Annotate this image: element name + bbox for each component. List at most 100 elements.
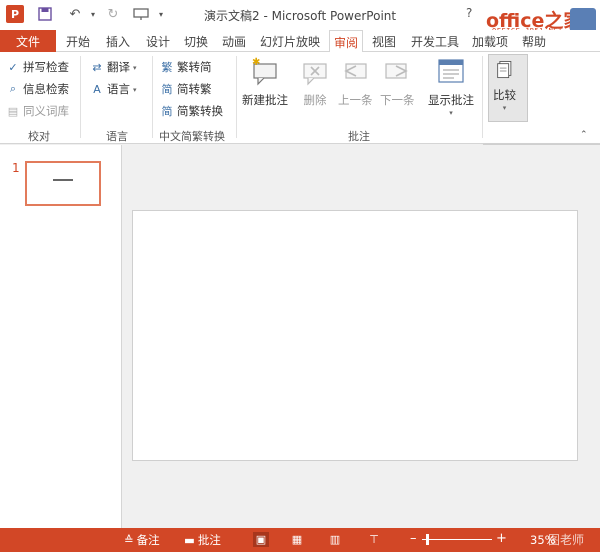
tab-insert[interactable]: 插入 [106,33,130,50]
show-comments-label: 显示批注 [428,93,474,107]
chevron-down-icon: ▾ [449,109,453,117]
group-divider [236,56,237,138]
group-label-language: 语言 [106,130,128,143]
group-divider [152,56,153,138]
to-simplified-label: 繁转简 [177,60,212,74]
zoom-out-button[interactable]: – [410,531,417,546]
delete-comment-label: 删除 [303,93,327,107]
zoom-slider-track[interactable] [422,539,492,540]
ribbon: ✓ 拼写检查 ⌕ 信息检索 ▤ 同义词库 校对 ⇄ 翻译 ▾ A 语言 ▾ 语言… [0,52,600,144]
to-simplified-button[interactable]: 繁 繁转简 [160,58,212,76]
chevron-down-icon: ▾ [133,63,137,72]
compare-dropdown-button[interactable]: 比较 ▾ [488,54,528,122]
zoom-in-button[interactable]: + [496,531,507,546]
chinese-convert-label: 简繁转换 [177,104,223,118]
translate-label: 翻译 [107,60,130,74]
next-comment-button[interactable]: 下一条 [380,56,415,108]
previous-comment-icon [344,63,367,79]
slide-number: 1 [12,161,20,175]
tab-animations[interactable]: 动画 [222,33,246,50]
spell-check-icon: ✓ [8,60,18,74]
group-label-proofing: 校对 [28,130,50,143]
new-comment-button[interactable]: ✱ 新建批注 [242,56,288,108]
tab-developer[interactable]: 开发工具 [411,33,459,50]
new-comment-label: 新建批注 [242,93,288,107]
language-label: 语言 [107,82,130,96]
show-comments-button[interactable]: 显示批注 ▾ [428,56,474,117]
previous-comment-button[interactable]: 上一条 [338,56,373,108]
slide-sorter-view-icon[interactable]: ▦ [289,532,305,547]
undo-dropdown-icon[interactable]: ▾ [84,5,102,23]
comments-label: 批注 [197,533,221,547]
next-comment-label: 下一条 [380,93,415,107]
title-bar: P ↶ ▾ ↻ ▾ 演示文稿2 - Microsoft PowerPoint ?… [0,0,600,35]
redo-icon[interactable]: ↻ [104,5,122,23]
ribbon-tab-bar: 文件 开始 插入 设计 切换 动画 幻灯片放映 审阅 视图 开发工具 加载项 帮… [0,30,600,53]
chevron-down-icon: ▾ [502,104,507,112]
previous-comment-label: 上一条 [338,93,373,107]
tab-view[interactable]: 视图 [372,33,396,50]
tab-help[interactable]: 帮助 [522,33,546,50]
delete-comment-icon [303,63,327,86]
comments-icon: ▬ [184,533,195,547]
tab-slideshow[interactable]: 幻灯片放映 [260,33,320,50]
research-label: 信息检索 [23,82,69,96]
tab-transitions[interactable]: 切换 [184,33,208,50]
collapse-ribbon-icon[interactable]: ⌃ [580,130,588,140]
spell-check-button[interactable]: ✓ 拼写检查 [6,58,69,76]
research-button[interactable]: ⌕ 信息检索 [6,80,69,98]
customize-qat-icon[interactable]: ▾ [152,5,170,23]
notes-icon: ≙ [124,533,134,547]
tab-review[interactable]: 审阅 [329,30,364,53]
notes-button[interactable]: ≙ 备注 [124,532,160,548]
slide-editor-area [123,145,600,528]
undo-icon[interactable]: ↶ [66,5,84,23]
translate-icon: ⇄ [92,60,102,74]
notes-label: 备注 [136,533,160,547]
group-divider [482,56,483,138]
group-label-chinese: 中文简繁转换 [159,130,225,143]
compare-icon [496,61,511,79]
delete-comment-button[interactable]: 删除 [300,56,330,108]
to-traditional-label: 简转繁 [177,82,212,96]
show-comments-icon [438,59,464,83]
compare-button-content: 比较 ▾ [493,59,516,112]
simplified-char-icon: 简 [161,83,173,96]
group-divider [80,56,81,138]
svg-text:✱: ✱ [252,57,260,68]
statusbar-watermark: 图老师 [548,533,585,547]
traditional-char-icon: 繁 [161,61,173,74]
window-title: 演示文稿2 - Microsoft PowerPoint [204,9,397,23]
compare-label: 比较 [493,88,516,102]
save-icon[interactable] [36,5,54,23]
comments-button[interactable]: ▬ 批注 [184,532,221,548]
thesaurus-button[interactable]: ▤ 同义词库 [6,102,69,120]
zoom-slider-thumb[interactable] [426,534,429,545]
thumbnail-text-line [53,179,73,181]
chevron-down-icon: ▾ [133,85,137,94]
research-icon: ⌕ [9,82,17,95]
slide-canvas[interactable] [132,210,578,461]
present-icon[interactable] [132,5,150,23]
translate-button[interactable]: ⇄ 翻译 ▾ [90,58,137,76]
powerpoint-logo-icon[interactable]: P [6,5,24,23]
tab-home[interactable]: 开始 [66,33,90,50]
to-traditional-button[interactable]: 简 简转繁 [160,80,212,98]
tab-design[interactable]: 设计 [146,33,170,50]
slide-thumbnail[interactable] [25,161,101,206]
normal-view-icon[interactable]: ▣ [253,532,269,547]
chinese-convert-button[interactable]: 简 简繁转换 [160,102,224,120]
status-bar: ≙ 备注 ▬ 批注 ▣ ▦ ▥ ⊤ – + 35% 图老师 [0,528,600,552]
reading-view-icon[interactable]: ▥ [327,532,343,547]
thesaurus-icon: ▤ [7,104,19,118]
tab-file[interactable]: 文件 [0,30,56,52]
language-icon: A [93,82,101,96]
help-button[interactable]: ? [466,6,472,20]
tab-addins[interactable]: 加载项 [472,33,508,50]
slide-thumbnail-pane: 1 [0,145,122,528]
new-comment-icon: ✱ [252,57,277,86]
group-label-comments: 批注 [348,130,370,143]
thesaurus-label: 同义词库 [23,104,69,118]
language-button[interactable]: A 语言 ▾ [90,80,137,98]
slideshow-view-icon[interactable]: ⊤ [366,532,382,547]
